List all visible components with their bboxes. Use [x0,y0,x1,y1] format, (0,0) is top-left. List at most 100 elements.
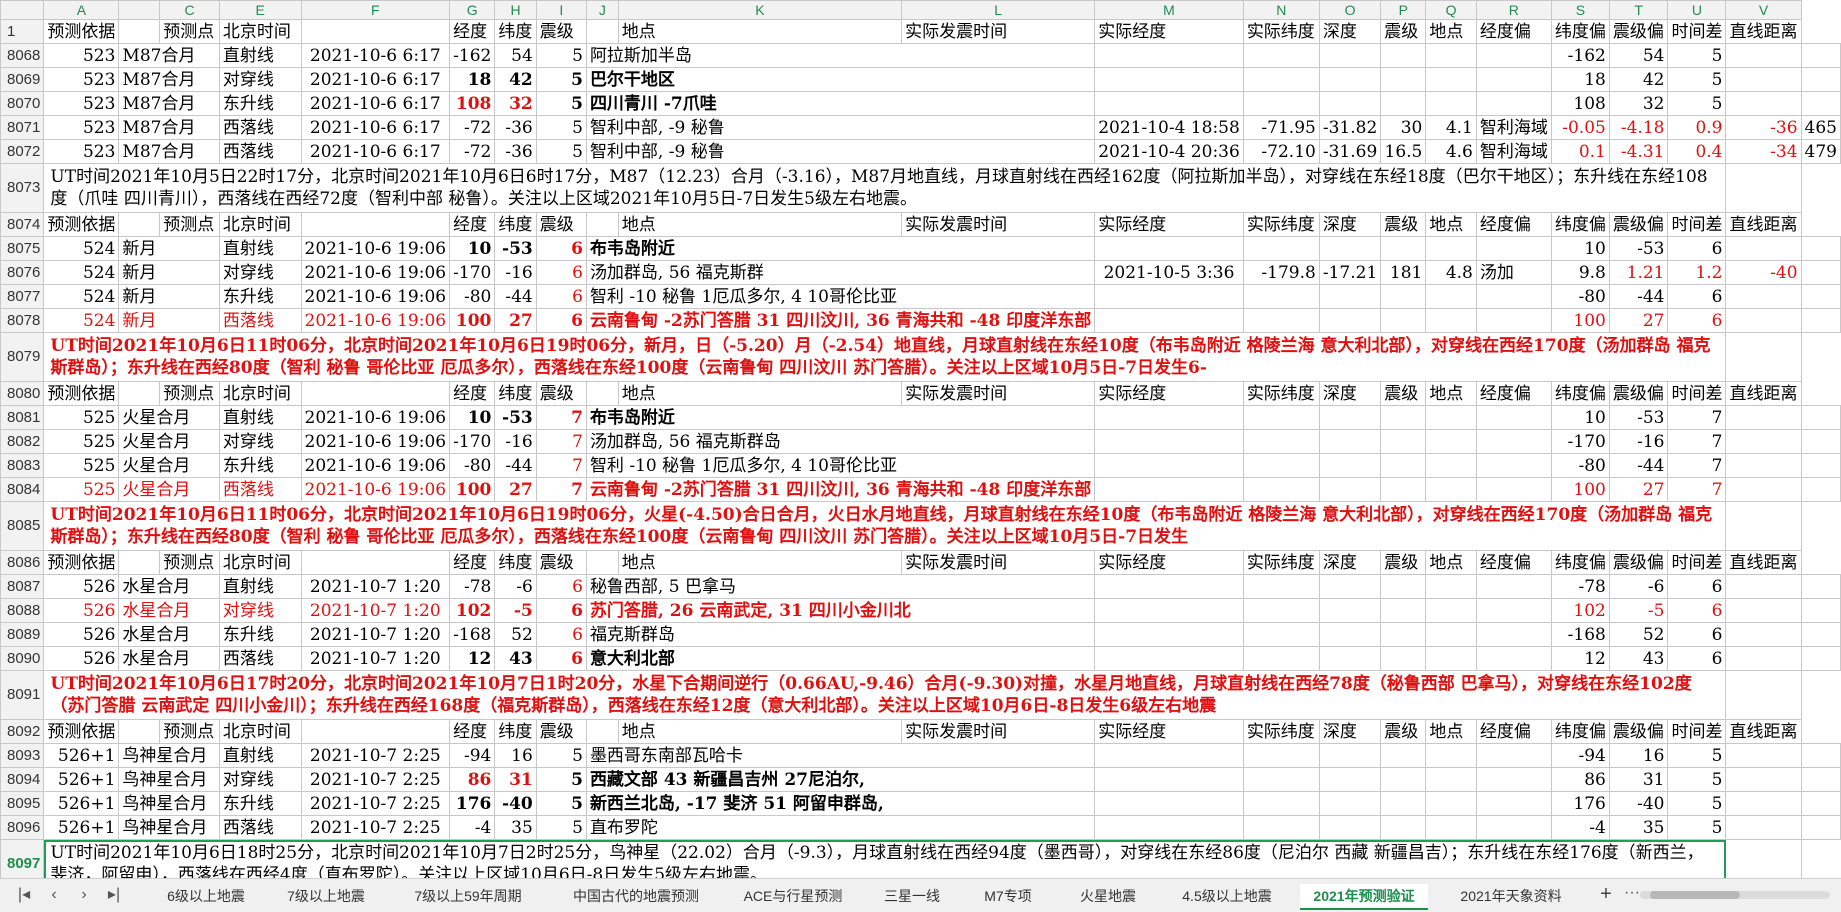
time-diff-cell[interactable] [1725,308,1802,333]
distance-cell[interactable] [1800,815,1841,840]
actual-mag-cell[interactable] [1425,308,1477,333]
actual-time-cell[interactable] [1094,574,1244,599]
mag-cell[interactable]: 6 [535,236,587,261]
header-cell[interactable]: 深度 [1318,719,1382,744]
lat-cell[interactable]: -6 [494,574,537,599]
header-cell[interactable]: 时间差 [1667,381,1727,406]
depth-cell[interactable]: 16.5 [1380,139,1427,164]
time-cell[interactable]: 2021-10-7 1:20 [300,598,451,623]
basis-cell[interactable]: 火星合月 [118,477,220,502]
note-cell[interactable]: UT时间2021年10月6日11时06分，北京时间2021年10月6日19时06… [43,501,1727,551]
actual-time-cell[interactable]: 2021-10-5 3:36 [1094,260,1244,285]
mag-offset-cell[interactable]: 5 [1667,815,1727,840]
actual-mag-cell[interactable] [1425,453,1477,478]
row-number[interactable]: 8092 [0,719,45,744]
header-cell[interactable]: 预测依据 [43,212,120,237]
actual-time-cell[interactable] [1094,598,1244,623]
mag-offset-cell[interactable]: 7 [1667,477,1727,502]
sheet-tab[interactable]: 6级以上地震 [150,884,262,908]
actual-lat-cell[interactable] [1318,622,1382,647]
actual-place-cell[interactable] [1475,791,1552,816]
header-cell[interactable]: 时间差 [1667,19,1727,44]
seq-cell[interactable]: 526 [43,598,120,623]
header-cell[interactable]: 北京时间 [218,550,302,575]
sheet-tab[interactable]: 火星地震 [1060,884,1156,908]
header-cell[interactable]: 地点 [1425,381,1477,406]
seq-cell[interactable]: 526 [43,622,120,647]
point-cell[interactable]: 东升线 [218,791,302,816]
lat-offset-cell[interactable]: -4.18 [1608,115,1669,140]
point-cell[interactable]: 对穿线 [218,598,302,623]
basis-cell[interactable]: 鸟神星合月 [118,815,220,840]
actual-mag-cell[interactable] [1425,477,1477,502]
time-cell[interactable]: 2021-10-6 19:06 [300,405,451,430]
depth-cell[interactable] [1380,622,1427,647]
actual-lat-cell[interactable] [1318,767,1382,792]
sheet-tab[interactable]: 2021年天象资料 [1436,884,1586,908]
basis-cell[interactable]: M87合月 [118,115,220,140]
mag-cell[interactable]: 6 [535,574,587,599]
lat-cell[interactable]: -16 [494,260,537,285]
header-cell[interactable]: 实际经度 [1094,19,1244,44]
mag-offset-cell[interactable]: 6 [1667,574,1727,599]
lon-cell[interactable]: -170 [449,260,496,285]
seq-cell[interactable]: 525 [43,405,120,430]
lon-cell[interactable]: 12 [449,646,496,671]
row-number[interactable]: 8096 [0,815,45,840]
header-cell[interactable]: 直线距离 [1725,381,1802,406]
actual-lon-cell[interactable] [1242,43,1320,68]
row-number[interactable]: 8083 [0,453,45,478]
header-cell[interactable]: 震级 [1380,212,1427,237]
header-cell[interactable] [118,719,161,744]
seq-cell[interactable]: 525 [43,429,120,454]
time-cell[interactable]: 2021-10-7 1:20 [300,646,451,671]
depth-cell[interactable]: 30 [1380,115,1427,140]
mag-cell[interactable]: 5 [535,43,587,68]
time-cell[interactable]: 2021-10-6 19:06 [300,453,451,478]
actual-mag-cell[interactable] [1425,43,1477,68]
actual-lon-cell[interactable]: -71.95 [1242,115,1320,140]
place-cell[interactable]: 阿拉斯加半岛 [585,43,1096,68]
actual-time-cell[interactable] [1094,767,1244,792]
depth-cell[interactable] [1380,405,1427,430]
depth-cell[interactable] [1380,767,1427,792]
header-cell[interactable]: 直线距离 [1725,719,1802,744]
time-cell[interactable]: 2021-10-7 2:25 [300,743,451,768]
actual-lat-cell[interactable]: -31.69 [1318,139,1382,164]
header-cell[interactable]: 实际发震时间 [901,719,1096,744]
mag-offset-cell[interactable]: 5 [1667,791,1727,816]
header-cell[interactable]: 地点 [617,719,903,744]
lat-cell[interactable]: 52 [494,622,537,647]
lat-cell[interactable]: 27 [494,477,537,502]
seq-cell[interactable]: 523 [43,67,120,92]
seq-cell[interactable]: 526+1 [43,791,120,816]
header-cell[interactable]: 时间差 [1667,212,1727,237]
actual-time-cell[interactable] [1094,405,1244,430]
lat-offset-cell[interactable]: -44 [1608,453,1669,478]
place-cell[interactable]: 布韦岛附近 [585,236,1096,261]
header-cell[interactable]: 北京时间 [218,212,302,237]
lat-offset-cell[interactable]: 43 [1608,646,1669,671]
actual-time-cell[interactable] [1094,43,1244,68]
actual-place-cell[interactable] [1475,453,1552,478]
header-cell[interactable]: 震级 [535,550,587,575]
actual-place-cell[interactable] [1475,477,1552,502]
header-cell[interactable]: 实际纬度 [1242,719,1320,744]
header-cell[interactable]: 实际发震时间 [901,19,1096,44]
time-cell[interactable]: 2021-10-6 19:06 [300,284,451,309]
actual-lat-cell[interactable] [1318,284,1382,309]
header-cell[interactable]: 纬度 [494,212,537,237]
mag-cell[interactable]: 7 [535,405,587,430]
lon-offset-cell[interactable]: 176 [1550,791,1610,816]
lon-offset-cell[interactable]: 102 [1550,598,1610,623]
cell[interactable] [1725,501,1802,551]
actual-time-cell[interactable] [1094,477,1244,502]
mag-offset-cell[interactable]: 6 [1667,598,1727,623]
seq-cell[interactable]: 524 [43,284,120,309]
row-number[interactable]: 8072 [0,139,45,164]
lon-cell[interactable]: 108 [449,91,496,116]
actual-place-cell[interactable] [1475,405,1552,430]
lat-offset-cell[interactable]: -16 [1608,429,1669,454]
time-diff-cell[interactable] [1725,91,1802,116]
actual-place-cell[interactable] [1475,308,1552,333]
